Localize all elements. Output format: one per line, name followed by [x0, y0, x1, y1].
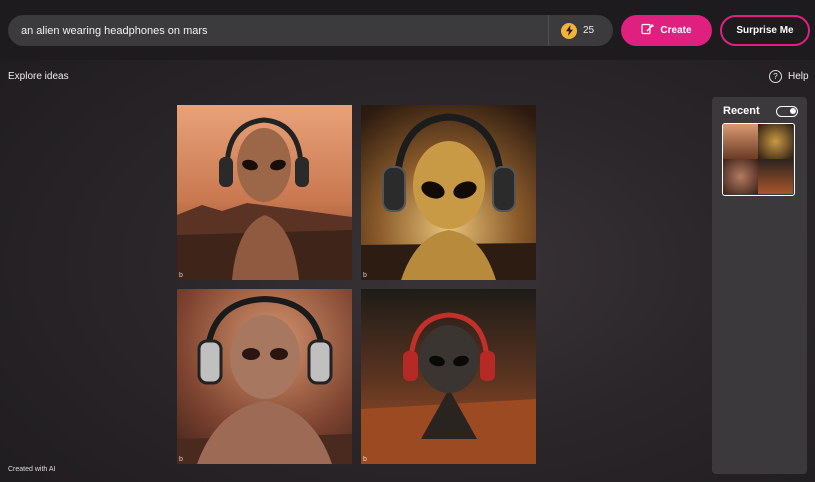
- recent-toggle[interactable]: [776, 106, 798, 117]
- result-image-3[interactable]: b: [177, 289, 352, 464]
- lightning-icon: [561, 22, 577, 39]
- thumb-quadrant: [758, 124, 793, 159]
- prompt-input[interactable]: [8, 15, 548, 46]
- created-with-ai-note: Created with AI: [8, 466, 56, 473]
- recent-title: Recent: [723, 105, 760, 117]
- boost-count: 25: [583, 25, 595, 36]
- search-divider: [548, 15, 549, 46]
- thumb-quadrant: [758, 159, 793, 194]
- explore-ideas-link[interactable]: Explore ideas: [8, 71, 69, 82]
- toggle-knob: [790, 108, 796, 114]
- recent-panel: Recent: [712, 97, 807, 474]
- create-label: Create: [660, 25, 692, 36]
- top-bar: 25 Create Surprise Me: [0, 0, 815, 60]
- watermark-icon: b: [363, 456, 367, 463]
- search-box: 25: [8, 15, 613, 46]
- recent-thumbnail[interactable]: [722, 123, 795, 196]
- thumb-quadrant: [723, 159, 758, 194]
- surprise-me-button[interactable]: Surprise Me: [720, 15, 810, 46]
- help-icon: ?: [769, 70, 782, 83]
- help-link[interactable]: ? Help: [769, 70, 809, 83]
- help-label: Help: [788, 71, 809, 82]
- create-button[interactable]: Create: [621, 15, 712, 46]
- watermark-icon: b: [179, 272, 183, 279]
- result-image-1[interactable]: b: [177, 105, 352, 280]
- boost-counter[interactable]: 25: [561, 22, 611, 39]
- watermark-icon: b: [363, 272, 367, 279]
- thumb-quadrant: [723, 124, 758, 159]
- watermark-icon: b: [179, 456, 183, 463]
- create-icon: [641, 23, 655, 38]
- result-image-2[interactable]: b: [361, 105, 536, 280]
- result-image-4[interactable]: b: [361, 289, 536, 464]
